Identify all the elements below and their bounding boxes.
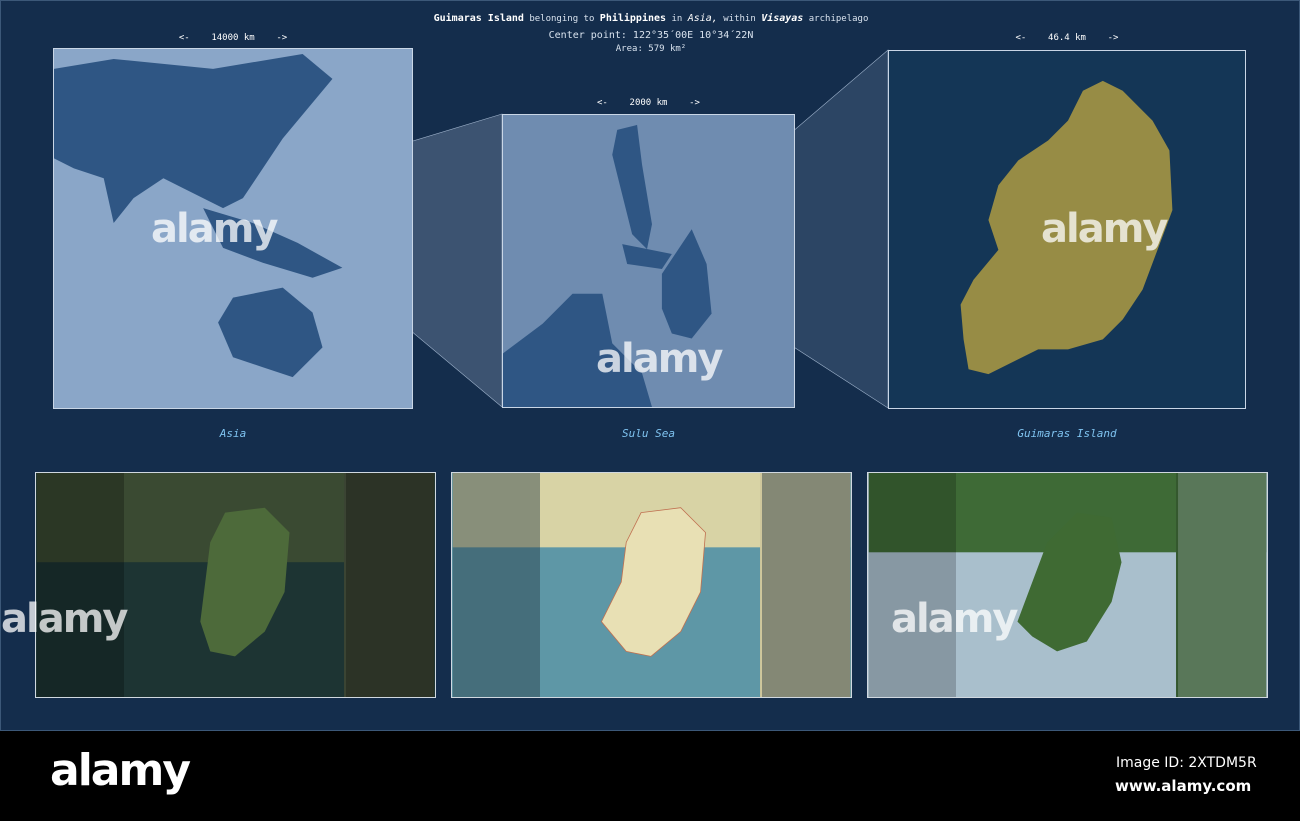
scale-bar-sulu: <- 2000 km -> bbox=[597, 98, 700, 108]
footer bbox=[0, 731, 1300, 821]
scale-bar-asia: <- 14000 km -> bbox=[178, 33, 288, 43]
road-map-tile[interactable] bbox=[451, 472, 852, 698]
satellite-map-tile[interactable] bbox=[35, 472, 436, 698]
alamy-logo: alamy bbox=[50, 745, 191, 796]
caption-guimaras-island: Guimaras Island bbox=[1017, 427, 1117, 440]
watermark: alamy bbox=[1041, 206, 1168, 252]
caption-sulu-sea: Sulu Sea bbox=[622, 427, 675, 440]
image-id: Image ID: 2XTDM5R bbox=[1116, 755, 1257, 771]
watermark: alamy bbox=[891, 596, 1018, 642]
watermark: alamy bbox=[596, 336, 723, 382]
map-frame: Guimaras Island belonging to Philippines… bbox=[0, 0, 1300, 731]
site-link[interactable]: www.alamy.com bbox=[1115, 777, 1251, 795]
watermark: alamy bbox=[1, 596, 128, 642]
scale-bar-guimaras: <- 46.4 km -> bbox=[1015, 33, 1119, 43]
title-line: Guimaras Island belonging to Philippines… bbox=[433, 13, 869, 24]
caption-asia: Asia bbox=[219, 427, 247, 440]
watermark: alamy bbox=[151, 206, 278, 252]
physical-map-tile[interactable] bbox=[867, 472, 1268, 698]
